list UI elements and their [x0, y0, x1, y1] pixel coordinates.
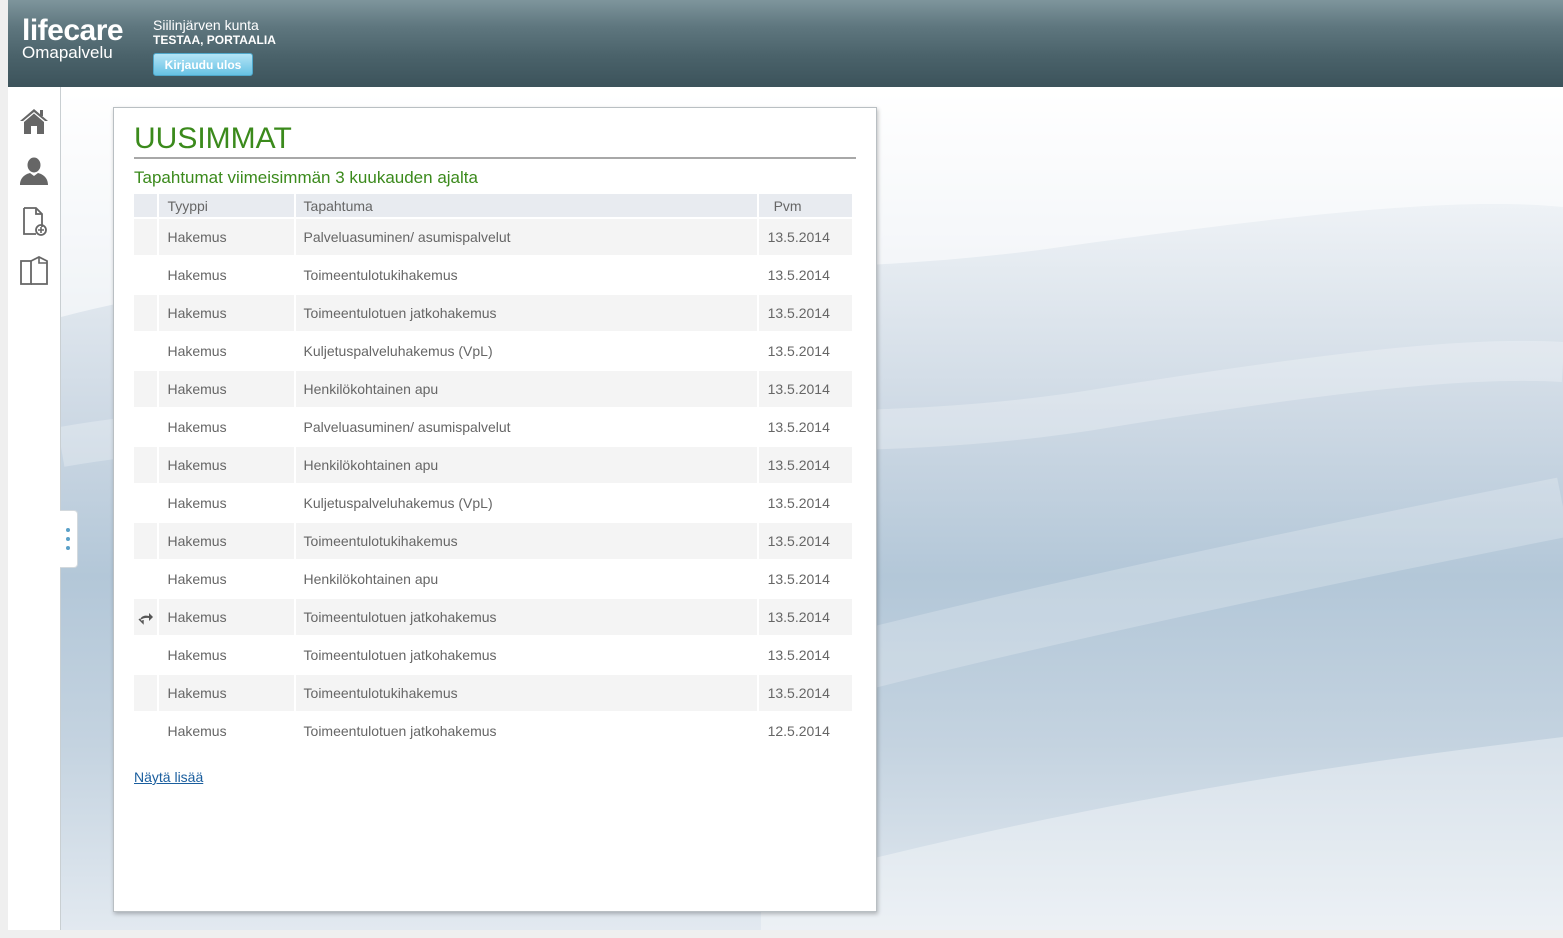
- row-event: Henkilökohtainen apu: [295, 447, 757, 483]
- row-date: 13.5.2014: [758, 371, 852, 407]
- column-header-event[interactable]: Tapahtuma: [295, 194, 757, 217]
- table-row[interactable]: Hakemus Toimeentulotukihakemus 13.5.2014: [134, 523, 852, 559]
- row-event: Toimeentulotuen jatkohakemus: [295, 295, 757, 331]
- row-date: 13.5.2014: [758, 447, 852, 483]
- organization-name: Siilinjärven kunta: [153, 17, 259, 33]
- row-date: 13.5.2014: [758, 295, 852, 331]
- row-date: 13.5.2014: [758, 485, 852, 521]
- row-date: 13.5.2014: [758, 219, 852, 255]
- sidebar-item-home[interactable]: [18, 105, 50, 137]
- table-row[interactable]: Hakemus Toimeentulotuen jatkohakemus 13.5.…: [134, 599, 852, 635]
- table-row[interactable]: Hakemus Kuljetuspalveluhakemus (VpL) 13.5.…: [134, 333, 852, 369]
- app-window: lifecare Omapalvelu Siilinjärven kunta T…: [8, 0, 1563, 930]
- row-status-cell: [134, 485, 158, 521]
- row-status-cell: [134, 599, 158, 635]
- row-event: Toimeentulotukihakemus: [295, 675, 757, 711]
- row-event: Henkilökohtainen apu: [295, 561, 757, 597]
- row-type: Hakemus: [159, 219, 294, 255]
- table-row[interactable]: Hakemus Henkilökohtainen apu 13.5.2014: [134, 561, 852, 597]
- table-row[interactable]: Hakemus Toimeentulotukihakemus 13.5.2014: [134, 257, 852, 293]
- row-event: Toimeentulotukihakemus: [295, 257, 757, 293]
- row-status-cell: [134, 637, 158, 673]
- row-status-cell: [134, 371, 158, 407]
- row-event: Toimeentulotuen jatkohakemus: [295, 599, 757, 635]
- row-type: Hakemus: [159, 713, 294, 749]
- new-document-icon: [23, 207, 47, 236]
- row-event: Henkilökohtainen apu: [295, 371, 757, 407]
- sidebar-item-new-document[interactable]: [18, 205, 50, 237]
- row-date: 13.5.2014: [758, 257, 852, 293]
- row-type: Hakemus: [159, 409, 294, 445]
- row-status-cell: [134, 447, 158, 483]
- header-bar: lifecare Omapalvelu Siilinjärven kunta T…: [8, 0, 1563, 87]
- sidebar-item-profile[interactable]: [18, 155, 50, 187]
- table-row[interactable]: Hakemus Palveluasuminen/ asumispalvelut 13…: [134, 409, 852, 445]
- sidebar-collapse-handle[interactable]: [60, 510, 78, 568]
- row-status-cell: [134, 713, 158, 749]
- row-type: Hakemus: [159, 447, 294, 483]
- row-date: 12.5.2014: [758, 713, 852, 749]
- row-date: 13.5.2014: [758, 637, 852, 673]
- row-type: Hakemus: [159, 561, 294, 597]
- row-event: Toimeentulotuen jatkohakemus: [295, 637, 757, 673]
- table-row[interactable]: Hakemus Kuljetuspalveluhakemus (VpL) 13.5.…: [134, 485, 852, 521]
- table-row[interactable]: Hakemus Palveluasuminen/ asumispalvelut 13…: [134, 219, 852, 255]
- table-row[interactable]: Hakemus Toimeentulotuen jatkohakemus 13.5.…: [134, 637, 852, 673]
- panel-subtitle: Tapahtumat viimeisimmän 3 kuukauden ajal…: [134, 168, 478, 187]
- row-date: 13.5.2014: [758, 675, 852, 711]
- row-status-cell: [134, 523, 158, 559]
- row-status-cell: [134, 333, 158, 369]
- row-status-cell: [134, 561, 158, 597]
- column-header-date[interactable]: Pvm: [758, 194, 852, 217]
- sidebar-nav: [8, 87, 61, 930]
- reply-icon: [138, 613, 153, 625]
- table-row[interactable]: Hakemus Henkilökohtainen apu 13.5.2014: [134, 447, 852, 483]
- column-header-icon: [134, 194, 158, 217]
- row-type: Hakemus: [159, 295, 294, 331]
- row-type: Hakemus: [159, 523, 294, 559]
- row-date: 13.5.2014: [758, 561, 852, 597]
- table-row[interactable]: Hakemus Toimeentulotuen jatkohakemus 12.5.…: [134, 713, 852, 749]
- latest-events-panel: UUSIMMAT Tapahtumat viimeisimmän 3 kuuka…: [113, 107, 877, 912]
- row-status-cell: [134, 675, 158, 711]
- documents-icon: [20, 255, 48, 285]
- row-status-cell: [134, 295, 158, 331]
- title-divider: [134, 157, 856, 159]
- show-more-link[interactable]: Näytä lisää: [134, 769, 203, 785]
- column-header-type[interactable]: Tyyppi: [159, 194, 294, 217]
- row-status-cell: [134, 409, 158, 445]
- user-icon: [20, 157, 48, 185]
- events-table: Tyyppi Tapahtuma Pvm Hakemus Palveluasumi…: [132, 192, 854, 751]
- row-type: Hakemus: [159, 257, 294, 293]
- table-row[interactable]: Hakemus Henkilökohtainen apu 13.5.2014: [134, 371, 852, 407]
- row-date: 13.5.2014: [758, 333, 852, 369]
- row-event: Toimeentulotuen jatkohakemus: [295, 713, 757, 749]
- row-date: 13.5.2014: [758, 523, 852, 559]
- row-type: Hakemus: [159, 485, 294, 521]
- row-type: Hakemus: [159, 371, 294, 407]
- row-type: Hakemus: [159, 675, 294, 711]
- row-type: Hakemus: [159, 333, 294, 369]
- table-header-row: Tyyppi Tapahtuma Pvm: [134, 194, 852, 217]
- user-name: TESTAA, PORTAALIA: [153, 33, 276, 47]
- row-event: Kuljetuspalveluhakemus (VpL): [295, 333, 757, 369]
- logout-button[interactable]: Kirjaudu ulos: [153, 53, 253, 76]
- sidebar-item-documents[interactable]: [18, 255, 50, 287]
- home-icon: [20, 109, 48, 134]
- row-date: 13.5.2014: [758, 409, 852, 445]
- row-status-cell: [134, 257, 158, 293]
- row-date: 13.5.2014: [758, 599, 852, 635]
- row-type: Hakemus: [159, 599, 294, 635]
- row-event: Palveluasuminen/ asumispalvelut: [295, 219, 757, 255]
- row-status-cell: [134, 219, 158, 255]
- product-name: Omapalvelu: [22, 43, 113, 62]
- row-event: Palveluasuminen/ asumispalvelut: [295, 409, 757, 445]
- row-event: Kuljetuspalveluhakemus (VpL): [295, 485, 757, 521]
- table-row[interactable]: Hakemus Toimeentulotukihakemus 13.5.2014: [134, 675, 852, 711]
- panel-title: UUSIMMAT: [134, 122, 292, 155]
- row-type: Hakemus: [159, 637, 294, 673]
- row-event: Toimeentulotukihakemus: [295, 523, 757, 559]
- table-row[interactable]: Hakemus Toimeentulotuen jatkohakemus 13.5.…: [134, 295, 852, 331]
